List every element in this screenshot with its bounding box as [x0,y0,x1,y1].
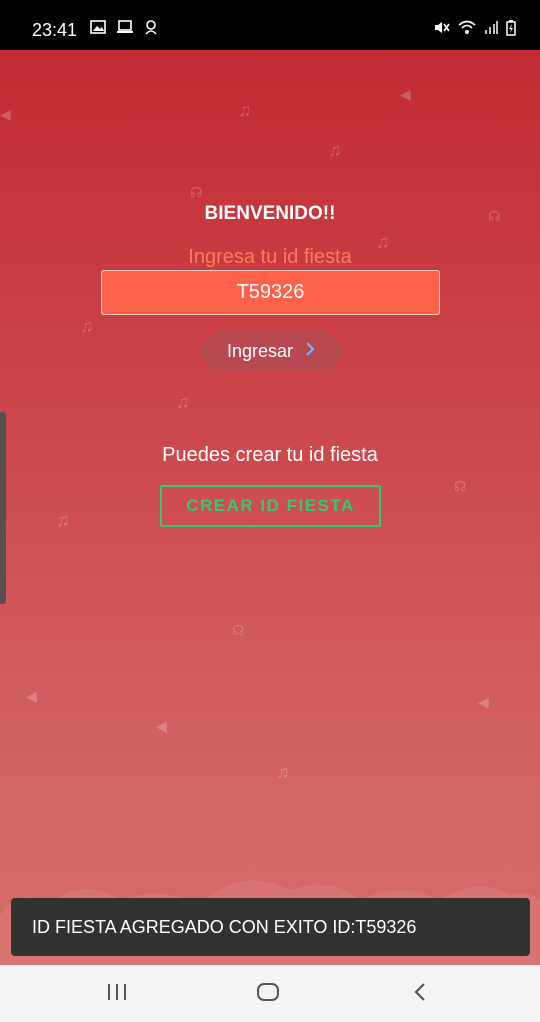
snackbar-message: ID FIESTA AGREGADO CON EXITO ID:T59326 [32,916,417,937]
create-id-button[interactable]: CREAR ID FIESTA [160,485,381,527]
main-screen: ♫ ♫ ♫ ♫ ♫ ♫ ♫ ☊ ☊ ☊ ☊ ◀ ◀ ◀ ◀ ◀ BIENVENI… [0,50,540,965]
recents-icon [106,983,128,1006]
mute-icon [434,20,450,39]
headphones-icon: ☊ [232,622,245,638]
back-icon [413,982,427,1007]
music-note-icon: ♫ [80,316,94,336]
headphones-icon: ☊ [190,184,203,200]
music-note-icon: ♫ [176,392,190,412]
welcome-title: BIENVENIDO!! [204,203,336,224]
party-id-input[interactable] [101,270,440,315]
image-icon [90,20,106,39]
speaker-icon: ◀ [0,106,11,122]
snackbar: ID FIESTA AGREGADO CON EXITO ID:T59326 [11,898,530,956]
speaker-icon: ◀ [400,86,411,102]
system-navigation-bar [0,965,540,1022]
status-bar: 23:41 [0,0,540,50]
home-icon [256,982,280,1007]
home-button[interactable] [248,977,288,1011]
status-right-icons [434,20,516,39]
chevron-right-icon [305,340,315,363]
music-note-icon: ♫ [276,762,290,782]
recents-button[interactable] [97,977,137,1011]
laptop-icon [116,20,134,39]
signal-icon [484,20,498,39]
battery-icon [506,20,516,39]
speaker-icon: ◀ [478,694,489,710]
back-button[interactable] [400,977,440,1011]
music-note-icon: ♫ [328,140,342,160]
wifi-icon [458,20,476,39]
status-left-icons [90,20,158,39]
headphones-icon: ☊ [454,478,467,494]
enter-button[interactable]: Ingresar [202,332,340,370]
edge-panel-handle[interactable] [0,412,6,604]
music-note-icon: ♫ [56,510,70,530]
status-time: 23:41 [32,20,78,40]
create-id-text: Puedes crear tu id fiesta [162,444,378,466]
music-note-icon: ♫ [238,100,252,120]
notification-icon [144,20,158,39]
enter-button-label: Ingresar [226,340,294,361]
speaker-icon: ◀ [156,718,167,734]
speaker-icon: ◀ [26,688,37,704]
id-prompt-label: Ingresa tu id fiesta [188,246,352,268]
